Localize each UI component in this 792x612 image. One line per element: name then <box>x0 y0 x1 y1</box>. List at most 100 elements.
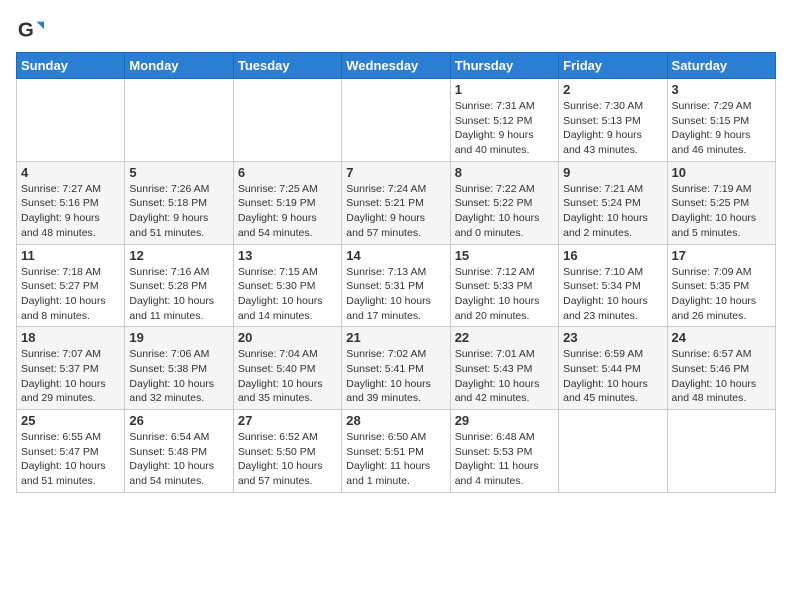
calendar-cell: 15Sunrise: 7:12 AM Sunset: 5:33 PM Dayli… <box>450 244 558 327</box>
day-info: Sunrise: 6:54 AM Sunset: 5:48 PM Dayligh… <box>129 430 228 489</box>
day-number: 7 <box>346 165 445 180</box>
day-number: 15 <box>455 248 554 263</box>
day-number: 1 <box>455 82 554 97</box>
day-number: 10 <box>672 165 771 180</box>
calendar-cell: 2 Sunrise: 7:30 AM Sunset: 5:13 PM Daylig… <box>559 79 667 162</box>
calendar-cell: 23 Sunrise: 6:59 AM Sunset: 5:44 PM Dayli… <box>559 327 667 410</box>
calendar-day-header: Friday <box>559 53 667 79</box>
day-number: 3 <box>672 82 771 97</box>
calendar-cell: 6 Sunrise: 7:25 AM Sunset: 5:19 PM Daylig… <box>233 161 341 244</box>
calendar-week-row: 1 Sunrise: 7:31 AM Sunset: 5:12 PM Daylig… <box>17 79 776 162</box>
calendar-cell: 18Sunrise: 7:07 AM Sunset: 5:37 PM Dayli… <box>17 327 125 410</box>
calendar-cell: 9 Sunrise: 7:21 AM Sunset: 5:24 PM Daylig… <box>559 161 667 244</box>
calendar-cell: 26 Sunrise: 6:54 AM Sunset: 5:48 PM Dayli… <box>125 410 233 493</box>
day-number: 27 <box>238 413 337 428</box>
calendar-cell: 5 Sunrise: 7:26 AM Sunset: 5:18 PM Daylig… <box>125 161 233 244</box>
calendar-day-header: Saturday <box>667 53 775 79</box>
calendar-day-header: Tuesday <box>233 53 341 79</box>
day-number: 20 <box>238 330 337 345</box>
day-info: Sunrise: 7:09 AM Sunset: 5:35 PM Dayligh… <box>672 265 771 324</box>
calendar-cell: 7 Sunrise: 7:24 AM Sunset: 5:21 PM Daylig… <box>342 161 450 244</box>
day-info: Sunrise: 7:16 AM Sunset: 5:28 PM Dayligh… <box>129 265 228 324</box>
calendar-header-row: SundayMondayTuesdayWednesdayThursdayFrid… <box>17 53 776 79</box>
calendar-day-header: Sunday <box>17 53 125 79</box>
day-info: Sunrise: 7:25 AM Sunset: 5:19 PM Dayligh… <box>238 182 337 241</box>
day-number: 4 <box>21 165 120 180</box>
calendar-cell: 10 Sunrise: 7:19 AM Sunset: 5:25 PM Dayli… <box>667 161 775 244</box>
day-info: Sunrise: 7:27 AM Sunset: 5:16 PM Dayligh… <box>21 182 120 241</box>
calendar-cell: 11 Sunrise: 7:18 AM Sunset: 5:27 PM Dayli… <box>17 244 125 327</box>
day-number: 29 <box>455 413 554 428</box>
day-number: 28 <box>346 413 445 428</box>
day-number: 26 <box>129 413 228 428</box>
day-number: 25 <box>21 413 120 428</box>
calendar-cell: 28 Sunrise: 6:50 AM Sunset: 5:51 PM Dayli… <box>342 410 450 493</box>
day-number: 16 <box>563 248 662 263</box>
day-info: Sunrise: 7:15 AM Sunset: 5:30 PM Dayligh… <box>238 265 337 324</box>
day-info: Sunrise: 7:10 AM Sunset: 5:34 PM Dayligh… <box>563 265 662 324</box>
day-info: Sunrise: 6:48 AM Sunset: 5:53 PM Dayligh… <box>455 430 554 489</box>
calendar-cell: 22 Sunrise: 7:01 AM Sunset: 5:43 PM Dayli… <box>450 327 558 410</box>
day-number: 24 <box>672 330 771 345</box>
day-info: Sunrise: 7:13 AM Sunset: 5:31 PM Dayligh… <box>346 265 445 324</box>
calendar-cell: 29 Sunrise: 6:48 AM Sunset: 5:53 PM Dayli… <box>450 410 558 493</box>
calendar-cell: 8Sunrise: 7:22 AM Sunset: 5:22 PM Daylig… <box>450 161 558 244</box>
day-number: 23 <box>563 330 662 345</box>
day-number: 9 <box>563 165 662 180</box>
day-number: 6 <box>238 165 337 180</box>
day-number: 11 <box>21 248 120 263</box>
calendar-cell <box>125 79 233 162</box>
day-info: Sunrise: 7:21 AM Sunset: 5:24 PM Dayligh… <box>563 182 662 241</box>
day-number: 21 <box>346 330 445 345</box>
day-info: Sunrise: 7:31 AM Sunset: 5:12 PM Dayligh… <box>455 99 554 158</box>
day-info: Sunrise: 6:59 AM Sunset: 5:44 PM Dayligh… <box>563 347 662 406</box>
day-number: 2 <box>563 82 662 97</box>
day-number: 8 <box>455 165 554 180</box>
calendar-week-row: 25 Sunrise: 6:55 AM Sunset: 5:47 PM Dayli… <box>17 410 776 493</box>
calendar-cell: 1 Sunrise: 7:31 AM Sunset: 5:12 PM Daylig… <box>450 79 558 162</box>
day-info: Sunrise: 7:04 AM Sunset: 5:40 PM Dayligh… <box>238 347 337 406</box>
calendar-table: SundayMondayTuesdayWednesdayThursdayFrid… <box>16 52 776 493</box>
day-info: Sunrise: 7:29 AM Sunset: 5:15 PM Dayligh… <box>672 99 771 158</box>
calendar-cell <box>559 410 667 493</box>
day-info: Sunrise: 7:01 AM Sunset: 5:43 PM Dayligh… <box>455 347 554 406</box>
day-info: Sunrise: 7:18 AM Sunset: 5:27 PM Dayligh… <box>21 265 120 324</box>
logo-icon: G <box>16 16 44 44</box>
day-number: 12 <box>129 248 228 263</box>
day-info: Sunrise: 7:19 AM Sunset: 5:25 PM Dayligh… <box>672 182 771 241</box>
calendar-day-header: Wednesday <box>342 53 450 79</box>
calendar-day-header: Thursday <box>450 53 558 79</box>
calendar-cell: 25 Sunrise: 6:55 AM Sunset: 5:47 PM Dayli… <box>17 410 125 493</box>
day-info: Sunrise: 7:06 AM Sunset: 5:38 PM Dayligh… <box>129 347 228 406</box>
calendar-cell <box>342 79 450 162</box>
day-info: Sunrise: 6:57 AM Sunset: 5:46 PM Dayligh… <box>672 347 771 406</box>
day-info: Sunrise: 7:26 AM Sunset: 5:18 PM Dayligh… <box>129 182 228 241</box>
calendar-cell: 12 Sunrise: 7:16 AM Sunset: 5:28 PM Dayli… <box>125 244 233 327</box>
day-info: Sunrise: 6:50 AM Sunset: 5:51 PM Dayligh… <box>346 430 445 489</box>
calendar-day-header: Monday <box>125 53 233 79</box>
calendar-cell: 14Sunrise: 7:13 AM Sunset: 5:31 PM Dayli… <box>342 244 450 327</box>
day-info: Sunrise: 7:24 AM Sunset: 5:21 PM Dayligh… <box>346 182 445 241</box>
day-number: 19 <box>129 330 228 345</box>
calendar-cell: 21Sunrise: 7:02 AM Sunset: 5:41 PM Dayli… <box>342 327 450 410</box>
calendar-cell: 19 Sunrise: 7:06 AM Sunset: 5:38 PM Dayli… <box>125 327 233 410</box>
day-number: 5 <box>129 165 228 180</box>
day-info: Sunrise: 6:52 AM Sunset: 5:50 PM Dayligh… <box>238 430 337 489</box>
svg-text:G: G <box>18 19 34 42</box>
calendar-week-row: 11 Sunrise: 7:18 AM Sunset: 5:27 PM Dayli… <box>17 244 776 327</box>
day-info: Sunrise: 6:55 AM Sunset: 5:47 PM Dayligh… <box>21 430 120 489</box>
calendar-cell <box>233 79 341 162</box>
day-info: Sunrise: 7:07 AM Sunset: 5:37 PM Dayligh… <box>21 347 120 406</box>
calendar-cell: 3 Sunrise: 7:29 AM Sunset: 5:15 PM Daylig… <box>667 79 775 162</box>
calendar-week-row: 4 Sunrise: 7:27 AM Sunset: 5:16 PM Daylig… <box>17 161 776 244</box>
day-number: 22 <box>455 330 554 345</box>
day-info: Sunrise: 7:30 AM Sunset: 5:13 PM Dayligh… <box>563 99 662 158</box>
calendar-cell: 20 Sunrise: 7:04 AM Sunset: 5:40 PM Dayli… <box>233 327 341 410</box>
calendar-week-row: 18Sunrise: 7:07 AM Sunset: 5:37 PM Dayli… <box>17 327 776 410</box>
calendar-body: 1 Sunrise: 7:31 AM Sunset: 5:12 PM Daylig… <box>17 79 776 493</box>
calendar-cell: 4 Sunrise: 7:27 AM Sunset: 5:16 PM Daylig… <box>17 161 125 244</box>
logo: G <box>16 16 46 44</box>
calendar-cell <box>17 79 125 162</box>
calendar-cell <box>667 410 775 493</box>
day-number: 17 <box>672 248 771 263</box>
